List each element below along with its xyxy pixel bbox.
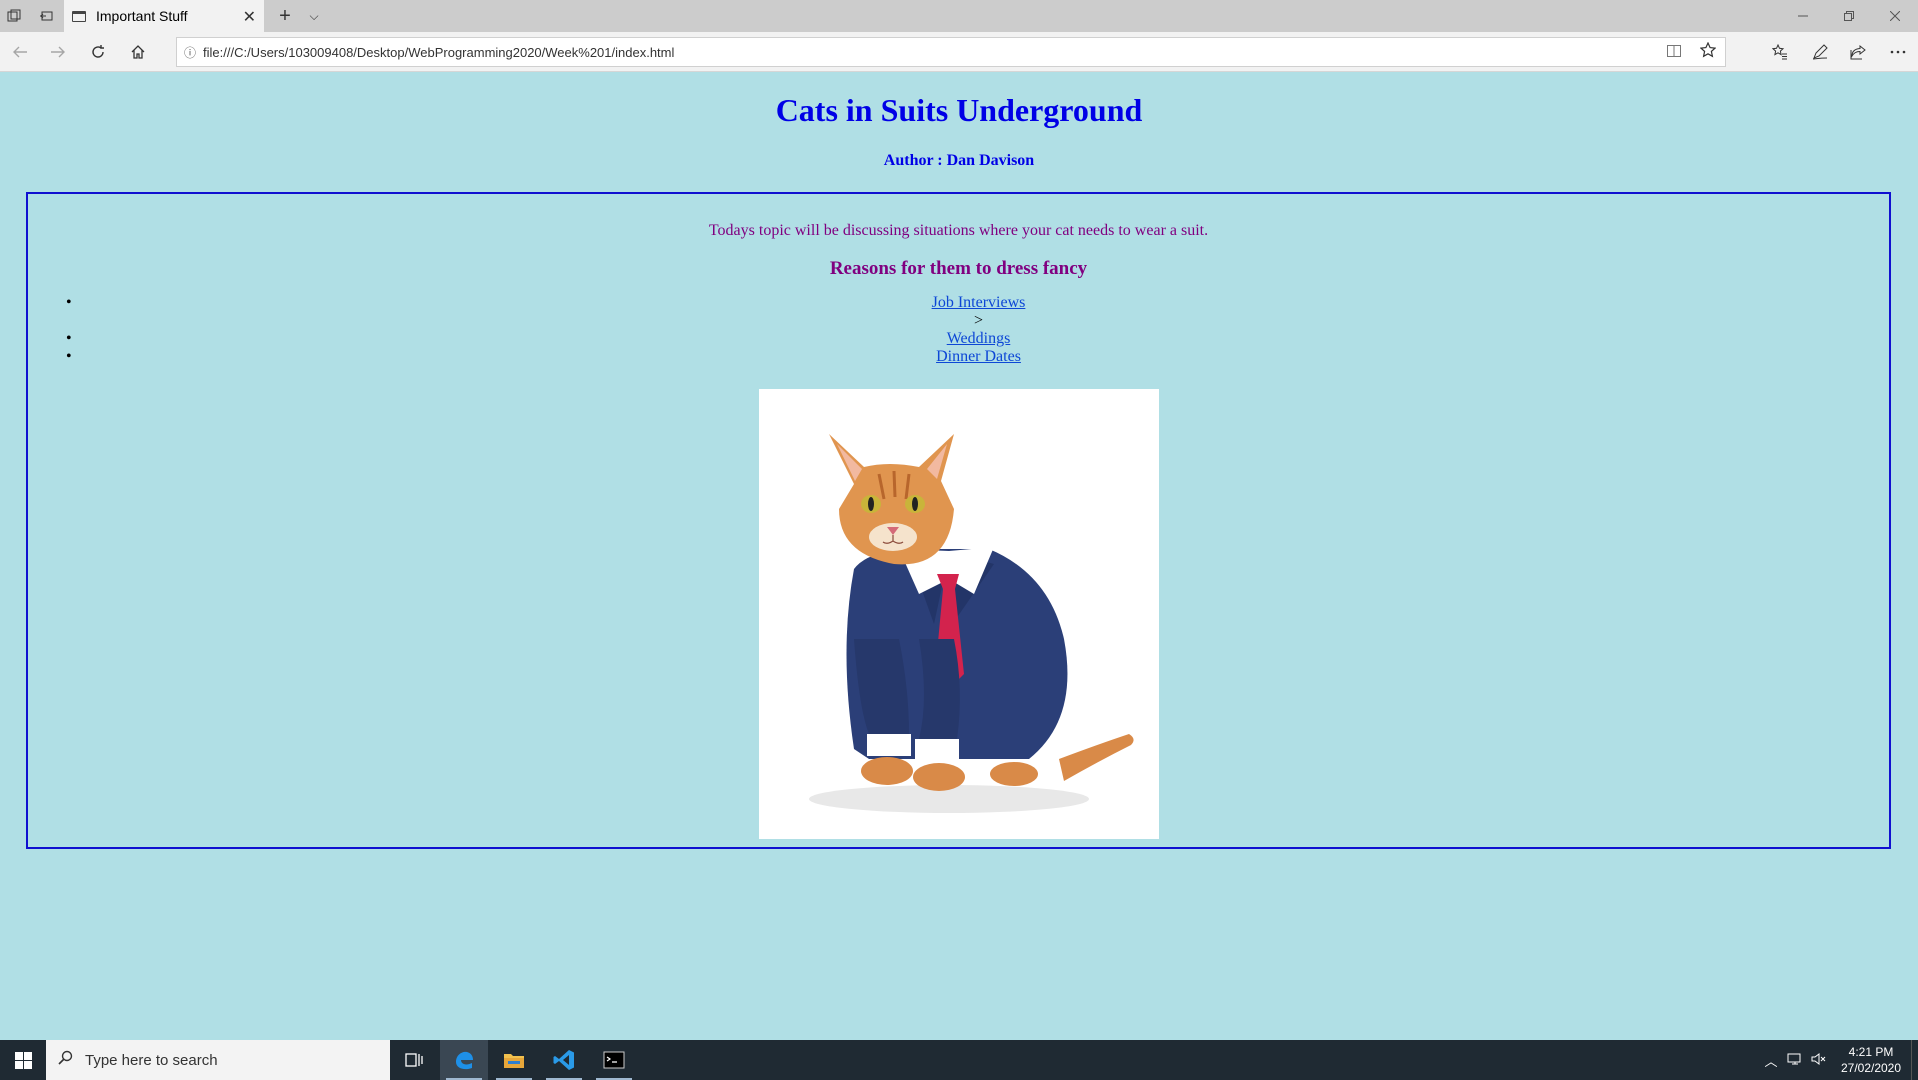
tab-important-stuff[interactable]: Important Stuff ✕ [64, 0, 264, 32]
back-arrow-icon[interactable] [0, 32, 40, 72]
bullet-icon: • [66, 294, 72, 311]
notes-pen-icon[interactable] [1800, 32, 1840, 72]
file-explorer-icon[interactable] [490, 1040, 538, 1080]
edge-browser-icon[interactable] [440, 1040, 488, 1080]
tab-title: Important Stuff [96, 8, 188, 24]
restore-icon[interactable] [1826, 0, 1872, 32]
cat-in-suit-image [759, 389, 1159, 839]
taskbar: Type here to search ︿ 4:21 PM 27/02/2020 [0, 1040, 1918, 1080]
network-icon[interactable] [1783, 1052, 1807, 1069]
list-item: • Job Interviews > [28, 294, 1889, 330]
favorites-icon[interactable] [1760, 32, 1800, 72]
link-job-interviews[interactable]: Job Interviews [932, 294, 1026, 311]
page-icon [72, 10, 86, 22]
link-weddings[interactable]: Weddings [947, 330, 1011, 347]
search-icon [58, 1050, 73, 1070]
taskbar-search[interactable]: Type here to search [46, 1040, 390, 1080]
window-controls [1780, 0, 1918, 32]
list-item: • Weddings [28, 330, 1889, 348]
list-item: • Dinner Dates [28, 348, 1889, 366]
page-title: Cats in Suits Underground [775, 92, 1143, 128]
address-bar[interactable]: ⓘ file:///C:/Users/103009408/Desktop/Web… [176, 37, 1726, 67]
bullet-icon: • [66, 330, 72, 347]
link-dinner-dates[interactable]: Dinner Dates [936, 348, 1021, 365]
reading-view-icon[interactable] [1657, 44, 1691, 61]
favorite-star-icon[interactable] [1691, 41, 1725, 62]
stray-text: > [973, 312, 984, 329]
close-window-icon[interactable] [1872, 0, 1918, 32]
forward-arrow-icon[interactable] [38, 32, 78, 72]
system-tray: ︿ 4:21 PM 27/02/2020 [1759, 1040, 1918, 1080]
bullet-icon: • [66, 348, 72, 365]
more-options-icon[interactable] [1878, 32, 1918, 72]
vscode-icon[interactable] [540, 1040, 588, 1080]
volume-muted-icon[interactable] [1807, 1052, 1831, 1069]
chevron-down-icon[interactable]: ⌵ [300, 0, 328, 32]
home-icon[interactable] [118, 32, 158, 72]
windows-logo-icon [14, 1051, 32, 1069]
set-tabs-aside-icon[interactable] [32, 0, 60, 32]
task-view-icon[interactable] [390, 1040, 438, 1080]
author-line: Author : Dan Davison [883, 152, 1035, 169]
tab-actions-icon[interactable] [0, 0, 28, 32]
clock[interactable]: 4:21 PM 27/02/2020 [1835, 1044, 1907, 1076]
intro-text: Todays topic will be discussing situatio… [708, 222, 1209, 239]
web-page: Cats in Suits Underground Author : Dan D… [0, 72, 1918, 1040]
minimize-icon[interactable] [1780, 0, 1826, 32]
share-icon[interactable] [1838, 32, 1878, 72]
address-url[interactable]: file:///C:/Users/103009408/Desktop/WebPr… [203, 45, 1657, 60]
show-desktop-button[interactable] [1911, 1040, 1918, 1080]
close-tab-icon[interactable]: ✕ [243, 7, 256, 27]
start-button[interactable] [0, 1040, 46, 1080]
reasons-list: • Job Interviews > • Weddings • Dinner D… [28, 294, 1889, 366]
tab-bar: Important Stuff ✕ + ⌵ [0, 0, 1918, 32]
clock-date: 27/02/2020 [1840, 1061, 1902, 1075]
terminal-icon[interactable] [590, 1040, 638, 1080]
refresh-icon[interactable] [78, 32, 118, 72]
chevron-up-icon[interactable]: ︿ [1759, 1051, 1783, 1070]
reasons-heading: Reasons for them to dress fancy [829, 258, 1088, 279]
navigation-bar: ⓘ file:///C:/Users/103009408/Desktop/Web… [0, 32, 1918, 72]
info-icon[interactable]: ⓘ [177, 44, 203, 61]
search-placeholder: Type here to search [85, 1051, 218, 1069]
content-box: Todays topic will be discussing situatio… [26, 192, 1891, 849]
new-tab-button[interactable]: + [270, 0, 300, 32]
clock-time: 4:21 PM [1848, 1045, 1894, 1059]
